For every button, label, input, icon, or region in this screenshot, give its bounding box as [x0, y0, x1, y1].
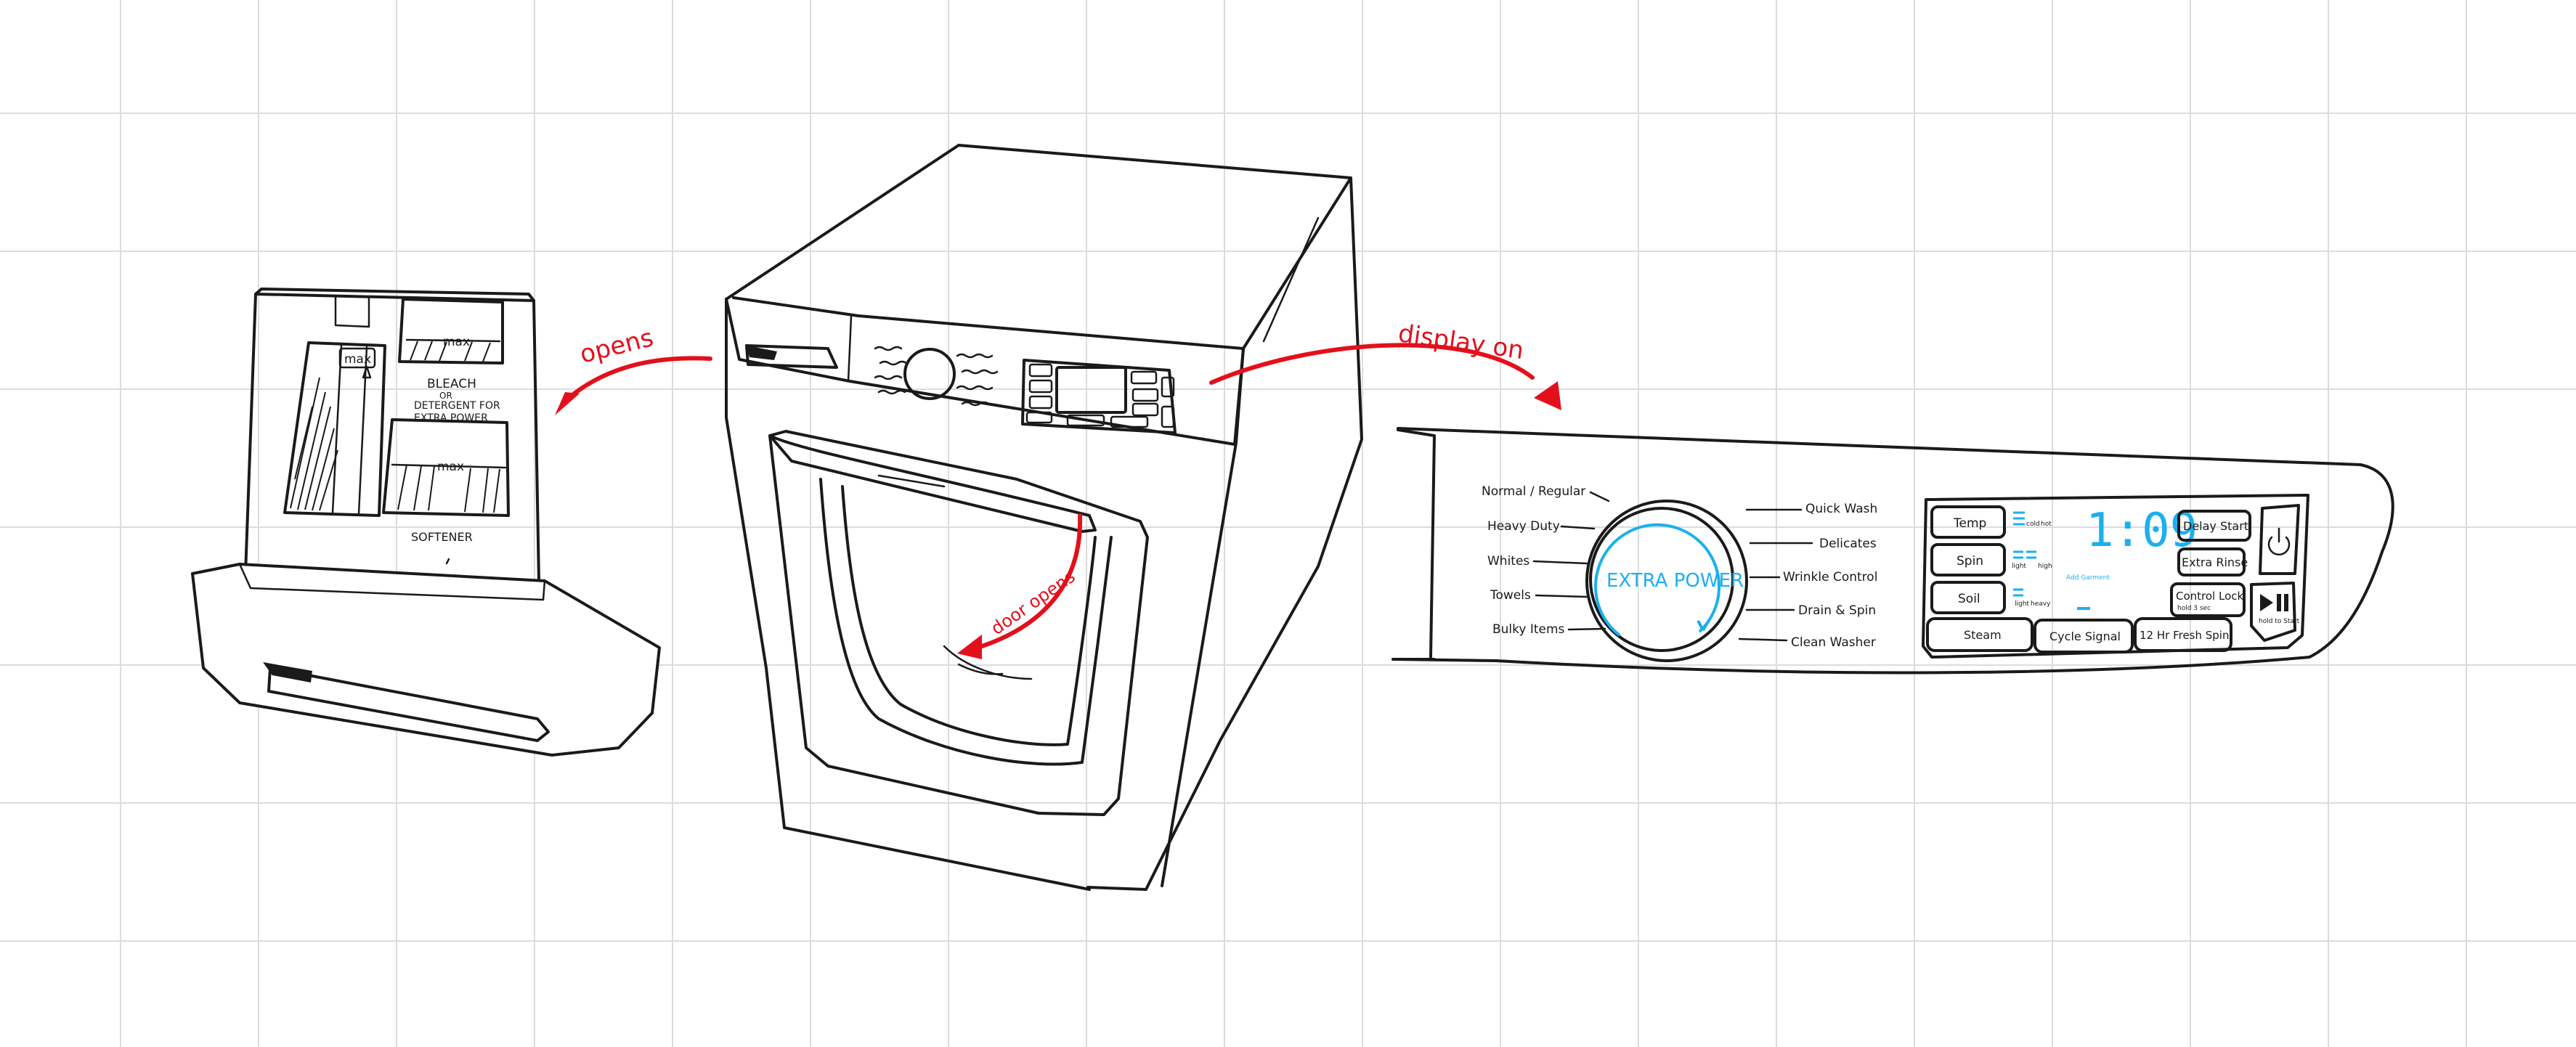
svg-text:hold to Start: hold to Start — [2259, 618, 2300, 625]
svg-text:Steam: Steam — [1964, 628, 2002, 642]
cycle-label-clean-washer[interactable]: Clean Washer — [1791, 635, 1876, 650]
arrow-door-opens: door opens — [957, 513, 1083, 659]
control-lock-button[interactable]: Control Lock hold 3 sec — [2170, 582, 2246, 617]
start-pause-button[interactable]: hold to Start — [2250, 582, 2300, 642]
svg-text:Soil: Soil — [1958, 592, 1980, 606]
cycle-label-bulky-items[interactable]: Bulky Items — [1492, 622, 1565, 637]
svg-text:cold: cold — [2026, 521, 2040, 528]
cycle-label-heavy-duty[interactable]: Heavy Duty — [1487, 519, 1560, 534]
steam-button[interactable]: Steam — [1926, 617, 2033, 652]
svg-text:hold 3 sec: hold 3 sec — [2177, 605, 2211, 612]
drawer-max-top-label: max — [443, 335, 470, 349]
washer-body — [725, 144, 1363, 891]
cycle-label-quick-wash[interactable]: Quick Wash — [1805, 502, 1877, 516]
cycle-label-wrinkle-control[interactable]: Wrinkle Control — [1783, 570, 1877, 584]
svg-text:Temp: Temp — [1953, 516, 1986, 531]
add-garment-indicator: Add Garment — [2066, 574, 2110, 582]
power-button[interactable] — [2259, 504, 2300, 575]
svg-text:light: light — [2015, 600, 2029, 608]
cycle-signal-button[interactable]: Cycle Signal — [2033, 619, 2134, 653]
control-panel: EXTRA POWER Normal / Regular Heavy Duty … — [1391, 427, 2394, 675]
bleach-title: BLEACH — [427, 377, 476, 391]
svg-text:Control Lock: Control Lock — [2176, 590, 2244, 603]
svg-text:Cycle Signal: Cycle Signal — [2049, 630, 2121, 643]
cycle-label-normal[interactable]: Normal / Regular — [1482, 484, 1585, 499]
cycle-label-drain-spin[interactable]: Drain & Spin — [1798, 603, 1876, 618]
svg-text:Delay Start: Delay Start — [2183, 519, 2248, 533]
svg-text:hot: hot — [2041, 521, 2052, 528]
temp-button[interactable]: Temp — [1930, 505, 2006, 539]
svg-text:heavy: heavy — [2031, 600, 2051, 608]
bleach-or: OR — [439, 391, 452, 401]
arrow-display-on-label: display on — [1397, 319, 1526, 365]
arrow-opens: opens — [555, 323, 712, 415]
button-display-block: Temp Spin Soil cold hot light high light — [1922, 494, 2309, 659]
svg-text:Spin: Spin — [1957, 554, 1983, 569]
bleach-line-2: DETERGENT FOR — [414, 400, 500, 412]
play-pause-icon — [2260, 594, 2288, 611]
svg-text:12 Hr Fresh Spin: 12 Hr Fresh Spin — [2140, 629, 2229, 642]
power-icon — [2267, 527, 2291, 556]
svg-text:Extra Rinse: Extra Rinse — [2182, 555, 2248, 569]
svg-text:high: high — [2038, 563, 2052, 570]
soil-button[interactable]: Soil — [1930, 581, 2006, 614]
cycle-dial[interactable]: EXTRA POWER — [1585, 500, 1748, 662]
drawer-max-small-label: max — [344, 352, 371, 367]
dial-label: EXTRA POWER — [1606, 570, 1744, 592]
spin-button[interactable]: Spin — [1930, 543, 2006, 577]
svg-text:light: light — [2012, 563, 2026, 570]
cycle-label-whites[interactable]: Whites — [1487, 554, 1529, 569]
washer-sketch-canvas: max max BLEACH OR DETERGENT FOR EXTRA PO… — [191, 144, 2394, 891]
drawer-max-bottom-label: max — [437, 460, 464, 474]
arrow-door-opens-label: door opens — [987, 566, 1078, 639]
cycle-label-towels[interactable]: Towels — [1490, 588, 1531, 603]
softener-label: SOFTENER — [411, 530, 473, 544]
cycles-right: Quick Wash Delicates Wrinkle Control Dra… — [1738, 502, 1877, 650]
arrow-display-on: display on — [1209, 319, 1561, 410]
cycle-label-delicates[interactable]: Delicates — [1819, 537, 1877, 551]
fresh-spin-button[interactable]: 12 Hr Fresh Spin — [2134, 617, 2232, 652]
